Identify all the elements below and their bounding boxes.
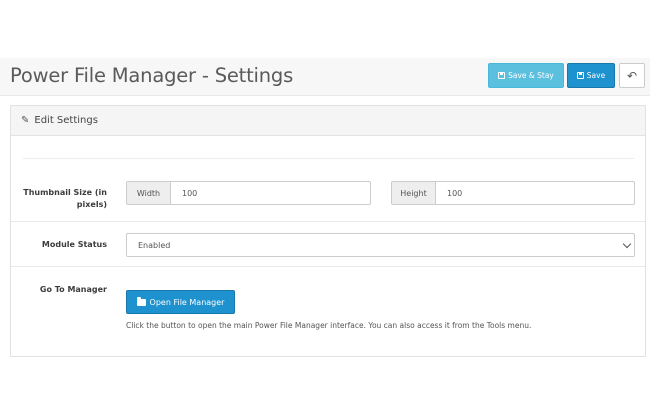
back-button[interactable]: ↶ (619, 63, 645, 88)
pencil-icon: ✎ (21, 115, 30, 126)
open-file-manager-label: Open File Manager (149, 297, 225, 307)
height-addon: Height (392, 182, 436, 204)
folder-open-icon (136, 296, 146, 306)
page-header: Power File Manager - Settings Save & Sta… (0, 58, 650, 96)
row-divider (11, 266, 645, 267)
row-divider (11, 221, 645, 222)
reply-icon: ↶ (626, 68, 638, 83)
page-title: Power File Manager - Settings (10, 64, 294, 87)
save-label: Save (586, 71, 606, 80)
module-status-select[interactable]: Enabled (126, 233, 635, 257)
thumbnail-size-label: Thumbnail Size (in pixels) (23, 188, 107, 210)
settings-panel: ✎ Edit Settings Thumbnail Size (in pixel… (10, 105, 646, 357)
width-addon: Width (127, 182, 171, 204)
height-input-group: Height 100 (391, 181, 635, 205)
module-status-label: Module Status (41, 240, 107, 249)
module-status-value: Enabled (138, 240, 171, 250)
width-input-group: Width 100 (126, 181, 371, 205)
save-icon (498, 72, 506, 79)
panel-title: ✎ Edit Settings (21, 115, 98, 126)
panel-title-text: Edit Settings (34, 115, 98, 126)
save-and-stay-button[interactable]: Save & Stay (488, 63, 564, 88)
help-text: Click the button to open the main Power … (126, 321, 532, 330)
save-and-stay-label: Save & Stay (508, 71, 554, 80)
open-file-manager-button[interactable]: Open File Manager (126, 290, 235, 314)
height-input[interactable]: 100 (436, 182, 462, 204)
divider (23, 158, 634, 159)
save-icon (576, 72, 584, 79)
width-input[interactable]: 100 (171, 182, 197, 204)
go-to-manager-label: Go To Manager (39, 285, 107, 294)
save-button[interactable]: Save (567, 63, 615, 88)
chevron-down-icon (622, 239, 632, 249)
panel-heading: ✎ Edit Settings (11, 106, 645, 136)
